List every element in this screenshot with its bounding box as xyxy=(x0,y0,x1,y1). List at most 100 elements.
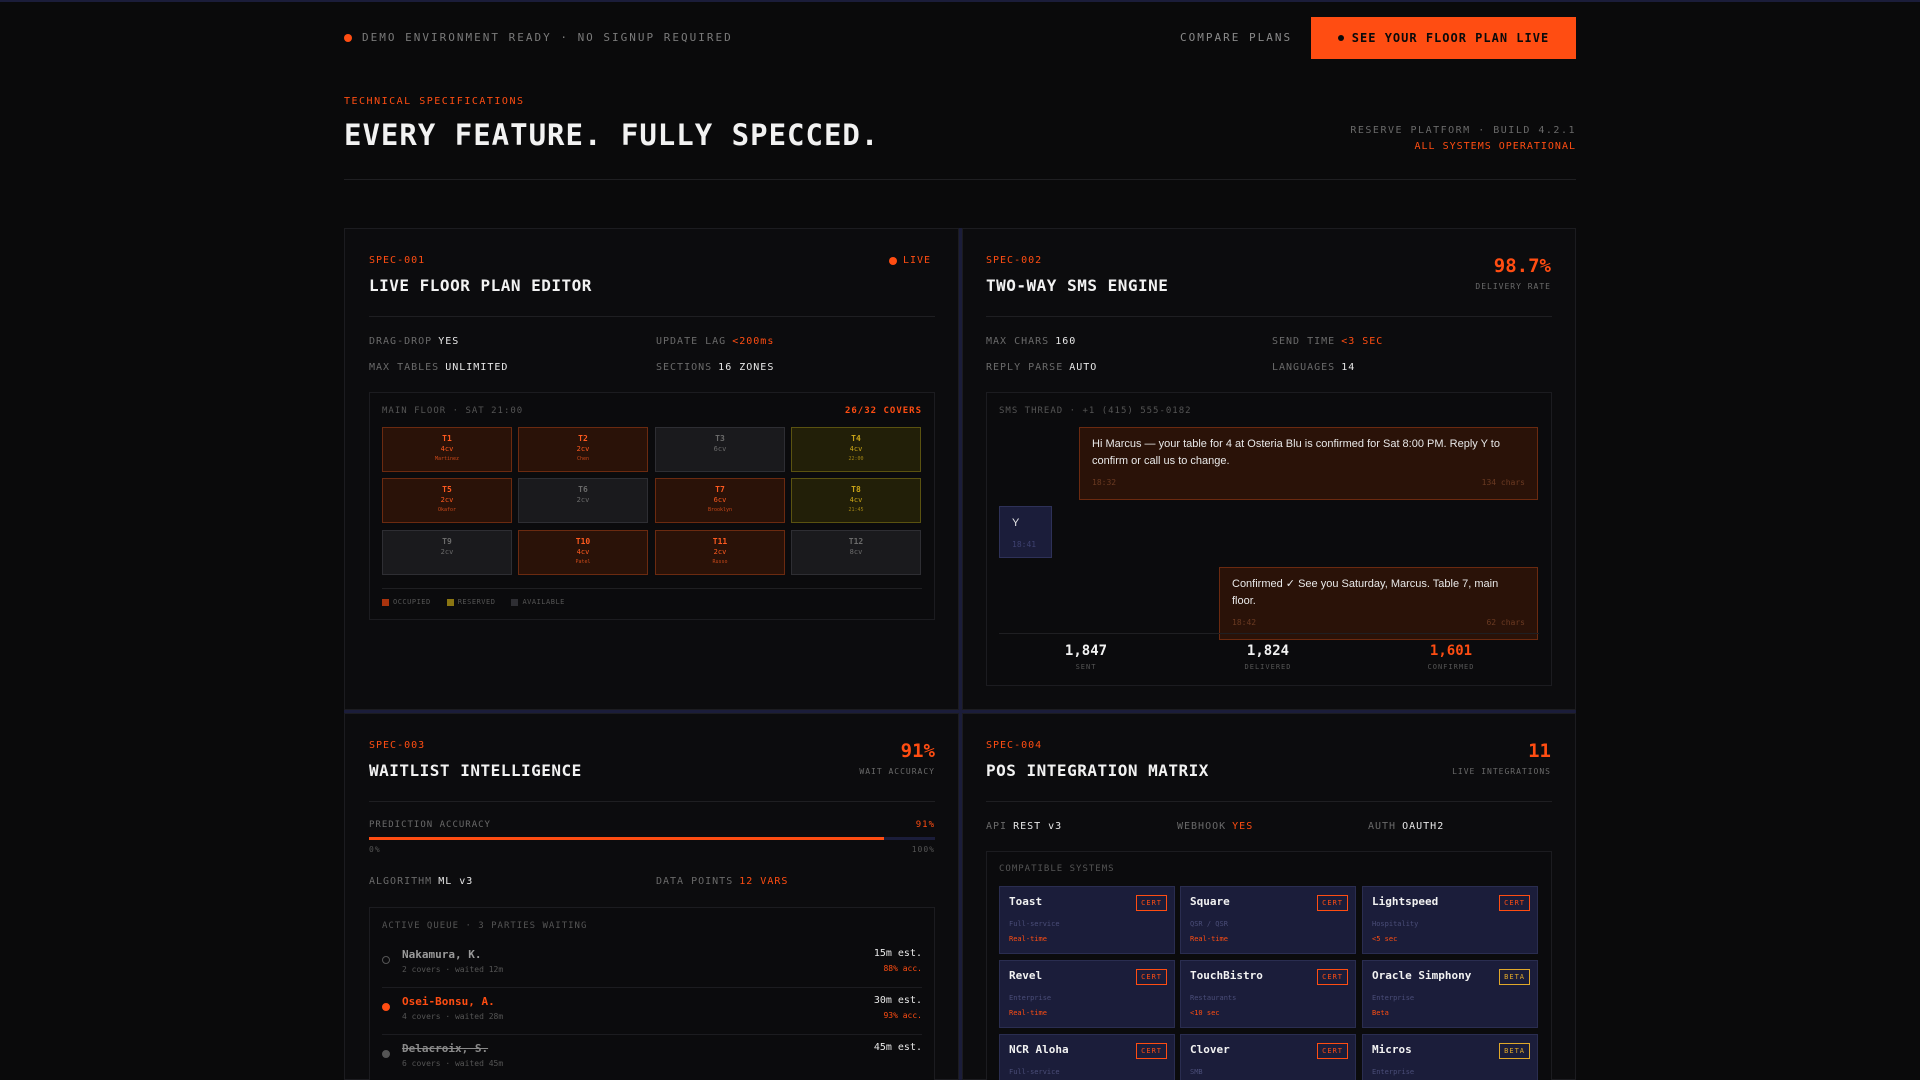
pos-name: Revel xyxy=(1009,969,1043,982)
wait-estimate: 30m est. xyxy=(873,995,922,1006)
pos-system-card[interactable]: Square CERT QSR / QSR Real-time xyxy=(1180,886,1356,954)
party-details: 6 covers · waited 45m xyxy=(402,1059,504,1068)
floor-table[interactable]: T1 4cv Martinez xyxy=(382,427,512,472)
estimate-accuracy: 93% acc. xyxy=(883,1011,922,1020)
sms-incoming-reply: Y 18:41 xyxy=(999,506,1052,558)
table-number: T5 xyxy=(442,485,452,494)
table-covers: 4cv xyxy=(849,496,863,504)
pos-segment: SMB xyxy=(1190,1068,1203,1076)
spec1-rule xyxy=(369,316,935,317)
table-covers: 4cv xyxy=(849,445,863,453)
floor-table[interactable]: T5 2cv Okafor xyxy=(382,478,512,523)
legend-reserved: RESERVED xyxy=(446,598,496,606)
certification-badge: CERT xyxy=(1317,1043,1348,1059)
delivery-rate-label: DELIVERY RATE xyxy=(1475,282,1551,291)
table-covers: 2cv xyxy=(576,445,590,453)
floor-table[interactable]: T9 2cv xyxy=(382,530,512,575)
sms-reply-text: Y xyxy=(1012,517,1020,529)
pos-name: Micros xyxy=(1372,1043,1412,1056)
pos-system-card[interactable]: Clover CERT SMB xyxy=(1180,1034,1356,1080)
pos-system-card[interactable]: TouchBistro CERT Restaurants <10 sec xyxy=(1180,960,1356,1028)
pos-name: Square xyxy=(1190,895,1230,908)
legend-available: AVAILABLE xyxy=(511,598,564,606)
prediction-value: 91% xyxy=(915,820,935,830)
queue-row[interactable]: Osei-Bonsu, A. 4 covers · waited 28m 30m e… xyxy=(382,989,922,1035)
queue-row[interactable]: Nakamura, K. 2 covers · waited 12m 15m est… xyxy=(382,942,922,988)
queue-row[interactable]: Delacroix, S. 6 covers · waited 45m 45m es… xyxy=(382,1036,922,1080)
pos-system-card[interactable]: Lightspeed CERT Hospitality <5 sec xyxy=(1362,886,1538,954)
spec1-kv-sections: SECTIONS 16 ZONES xyxy=(656,362,775,373)
certification-badge: CERT xyxy=(1136,895,1167,911)
live-dot-icon xyxy=(889,256,897,265)
table-status-note: Chen xyxy=(576,456,590,462)
table-status-note: Russo xyxy=(712,559,728,565)
floor-table[interactable]: T10 4cv Patel xyxy=(518,530,648,575)
certification-badge: BETA xyxy=(1499,969,1530,985)
floor-table[interactable]: T11 2cv Russo xyxy=(655,530,785,575)
pos-system-card[interactable]: Micros BETA Enterprise xyxy=(1362,1034,1538,1080)
live-integrations-label: LIVE INTEGRATIONS xyxy=(1452,767,1551,776)
spec4-kv-api: API REST v3 xyxy=(986,821,1063,832)
bar-min: 0% xyxy=(369,845,381,854)
sms-thread-head: SMS THREAD · +1 (415) 555-0182 xyxy=(999,406,1192,416)
wait-accuracy-label: WAIT ACCURACY xyxy=(859,767,935,776)
spec3-kv-data: DATA POINTS 12 VARS xyxy=(656,876,789,887)
see-floor-plan-button[interactable]: SEE YOUR FLOOR PLAN LIVE xyxy=(1311,17,1576,59)
floor-table[interactable]: T12 8cv xyxy=(791,530,921,575)
floor-table[interactable]: T6 2cv xyxy=(518,478,648,523)
table-number: T7 xyxy=(715,485,725,494)
table-covers: 4cv xyxy=(440,445,454,453)
pos-name: Clover xyxy=(1190,1043,1230,1056)
card-divider-vertical xyxy=(959,228,962,1080)
stat-sent: 1,847 SENT xyxy=(1064,643,1108,671)
table-number: T3 xyxy=(715,434,725,443)
floor-legend: OCCUPIED RESERVED AVAILABLE xyxy=(382,598,565,606)
floor-table[interactable]: T2 2cv Chen xyxy=(518,427,648,472)
sms-msg1-text: Hi Marcus — your table for 4 at Osteria … xyxy=(1092,438,1500,467)
table-number: T2 xyxy=(578,434,588,443)
compare-plans-link[interactable]: COMPARE PLANS xyxy=(1180,31,1292,44)
floor-table[interactable]: T8 4cv 21:45 xyxy=(791,478,921,523)
table-status-note: Okafor xyxy=(437,507,457,513)
certification-badge: CERT xyxy=(1317,895,1348,911)
top-accent-line xyxy=(0,0,1920,2)
pos-system-card[interactable]: Toast CERT Full-service Real-time xyxy=(999,886,1175,954)
prediction-label: PREDICTION ACCURACY xyxy=(369,820,491,830)
floor-plan-head: MAIN FLOOR · SAT 21:00 xyxy=(382,406,524,416)
floor-table[interactable]: T7 6cv Brooklyn xyxy=(655,478,785,523)
pos-sync-speed: Real-time xyxy=(1009,1009,1047,1017)
pos-name: Oracle Simphony xyxy=(1372,969,1472,982)
floor-table[interactable]: T4 4cv 22:00 xyxy=(791,427,921,472)
top-nav: DEMO ENVIRONMENT READY · NO SIGNUP REQUI… xyxy=(344,17,1576,59)
stat-delivered: 1,824 DELIVERED xyxy=(1244,643,1292,671)
card-divider-horizontal xyxy=(344,710,1576,713)
wait-estimate: 45m est. xyxy=(873,1042,922,1053)
pos-segment: Enterprise xyxy=(1009,994,1052,1002)
table-number: T9 xyxy=(442,537,452,546)
table-covers: 2cv xyxy=(440,548,454,556)
table-number: T11 xyxy=(712,537,728,546)
page-title: EVERY FEATURE. FULLY SPECCED. xyxy=(344,118,880,152)
pos-segment: Enterprise xyxy=(1372,994,1415,1002)
pos-system-card[interactable]: Revel CERT Enterprise Real-time xyxy=(999,960,1175,1028)
table-number: T1 xyxy=(442,434,452,443)
spec2-id: SPEC-002 xyxy=(986,255,1043,266)
pos-name: TouchBistro xyxy=(1190,969,1263,982)
header-divider xyxy=(344,179,1576,180)
cta-label: SEE YOUR FLOOR PLAN LIVE xyxy=(1351,31,1550,45)
pos-segment: Hospitality xyxy=(1372,920,1419,928)
pos-system-card[interactable]: Oracle Simphony BETA Enterprise Beta xyxy=(1362,960,1538,1028)
live-badge: LIVE xyxy=(889,255,931,266)
table-covers: 2cv xyxy=(440,496,454,504)
spec1-title: LIVE FLOOR PLAN EDITOR xyxy=(369,276,592,295)
certification-badge: CERT xyxy=(1136,1043,1167,1059)
spec2-kv-lang: LANGUAGES 14 xyxy=(1272,362,1356,373)
floor-table[interactable]: T3 6cv xyxy=(655,427,785,472)
table-covers: 2cv xyxy=(576,496,590,504)
sms-outgoing-confirmation: Hi Marcus — your table for 4 at Osteria … xyxy=(1079,427,1538,500)
spec4-title: POS INTEGRATION MATRIX xyxy=(986,761,1209,780)
sms-msg2-text: Confirmed ✓ See you Saturday, Marcus. Ta… xyxy=(1232,578,1499,607)
certification-badge: CERT xyxy=(1499,895,1530,911)
table-status-note: 21:45 xyxy=(848,507,864,513)
pos-system-card[interactable]: NCR Aloha CERT Full-service xyxy=(999,1034,1175,1080)
